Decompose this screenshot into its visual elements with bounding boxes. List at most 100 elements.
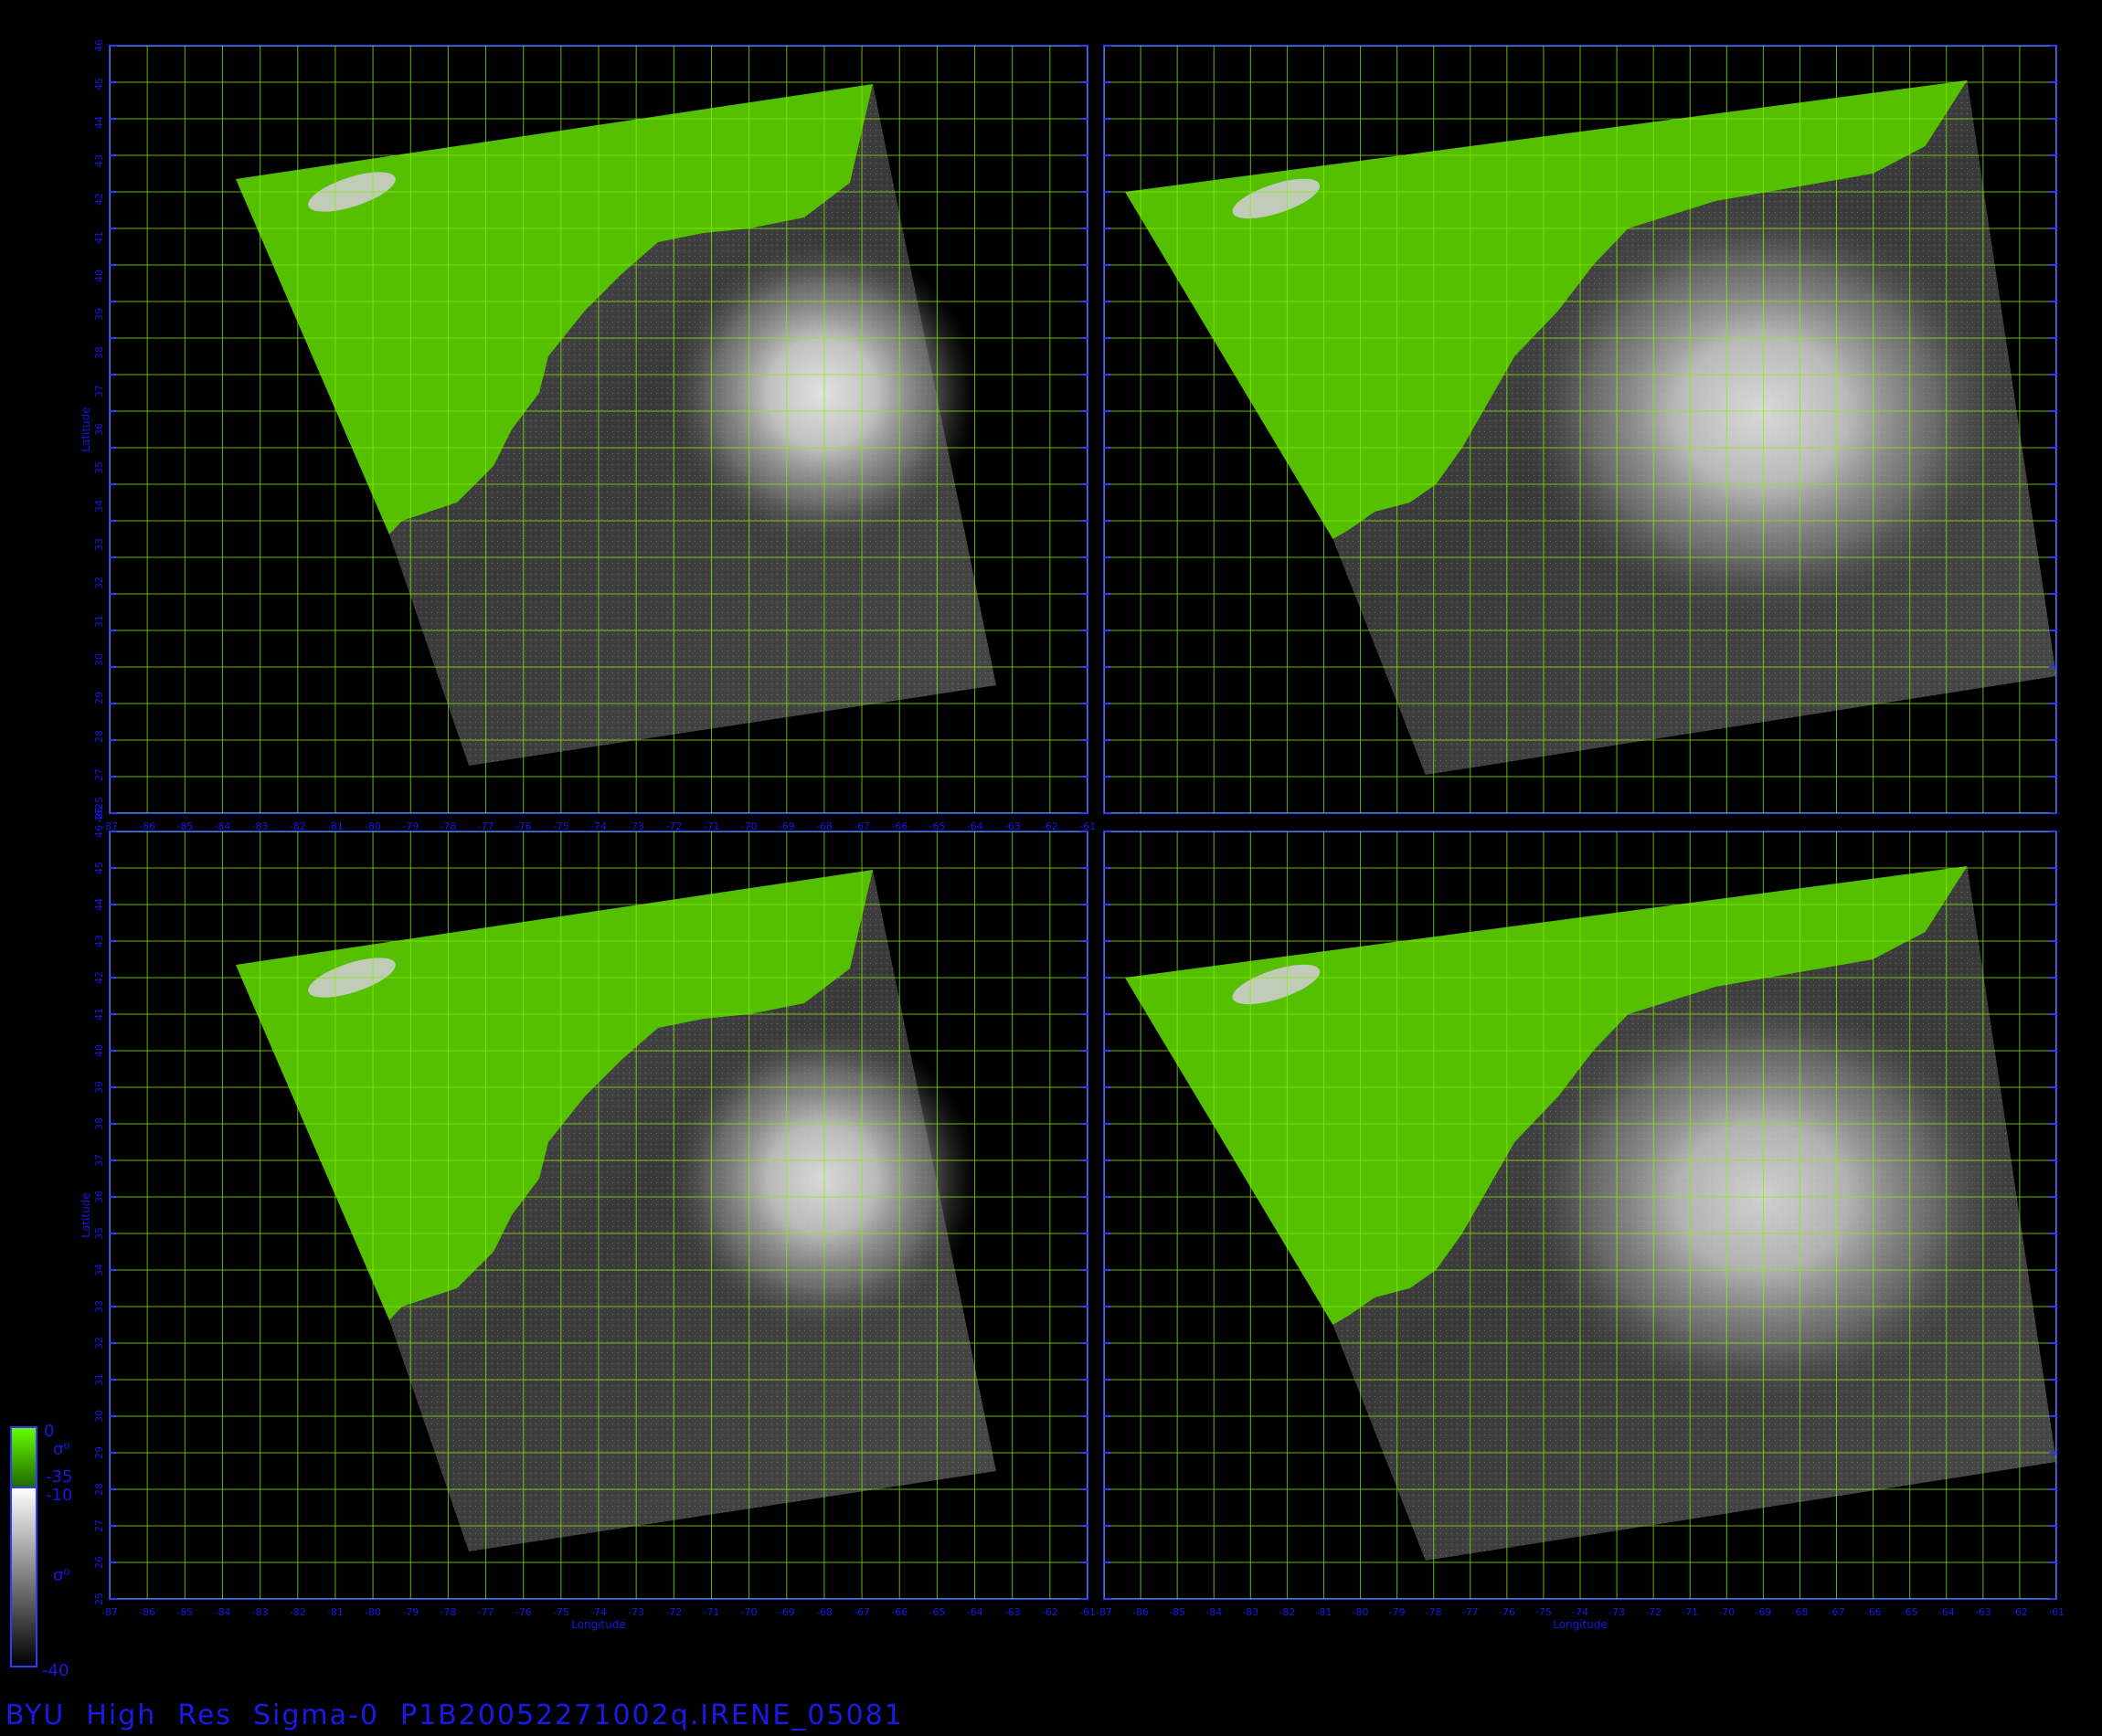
- lon-tick-label: -78: [440, 1606, 456, 1618]
- x-axis-label: Longitude: [1553, 1618, 1608, 1631]
- lon-tick-label: -80: [365, 1606, 381, 1618]
- map-panel-top-left: 2627282930313233343536373839404142434445…: [80, 39, 1096, 832]
- lon-tick-label: -73: [1608, 1606, 1625, 1618]
- lon-tick-label: -71: [1682, 1606, 1698, 1618]
- colorbar-land-max: 0: [44, 1422, 54, 1441]
- colorbar-land-min: -35: [46, 1467, 72, 1487]
- storm-feature: [667, 1023, 978, 1334]
- lat-tick-label: 36: [93, 423, 105, 436]
- colorbar-ocean-symbol: σ⁰: [53, 1566, 70, 1585]
- lon-tick-label: -69: [779, 1606, 795, 1618]
- lon-tick-label: -79: [1389, 1606, 1406, 1618]
- lon-tick-label: -82: [290, 1606, 306, 1618]
- lon-tick-label: -77: [478, 1606, 494, 1618]
- lon-tick-label: -77: [1462, 1606, 1479, 1618]
- lat-tick-label: 46: [93, 825, 105, 838]
- lon-tick-label: -76: [515, 1606, 532, 1618]
- lat-tick-label: 35: [93, 1227, 105, 1240]
- colorbar-ocean: [10, 1487, 37, 1667]
- lon-tick-label: -62: [2012, 1606, 2028, 1618]
- corner-label: 4625: [93, 797, 105, 822]
- lon-tick-label: -67: [1829, 1606, 1845, 1618]
- lat-tick-label: 28: [93, 730, 105, 743]
- lon-tick-label: -75: [1535, 1606, 1552, 1618]
- lon-tick-label: -86: [139, 1606, 155, 1618]
- lon-tick-label: -72: [665, 1606, 682, 1618]
- lon-tick-label: -65: [1902, 1606, 1918, 1618]
- storm-feature: [667, 238, 978, 548]
- lat-tick-label: 35: [93, 461, 105, 474]
- lon-tick-label: -82: [1279, 1606, 1295, 1618]
- lon-tick-label: -69: [1755, 1606, 1771, 1618]
- lon-tick-label: -79: [402, 1606, 419, 1618]
- lon-tick-label: -68: [816, 1606, 833, 1618]
- lon-tick-label: -83: [1242, 1606, 1258, 1618]
- lon-tick-label: -81: [1315, 1606, 1332, 1618]
- lon-tick-label: -67: [854, 1606, 870, 1618]
- lon-tick-label: -70: [1718, 1606, 1735, 1618]
- lon-tick-label: -81: [327, 1606, 344, 1618]
- lon-tick-label: -63: [1004, 1606, 1021, 1618]
- lat-tick-label: 42: [93, 971, 105, 984]
- lon-tick-label: -76: [1499, 1606, 1515, 1618]
- lat-tick-label: 41: [93, 1008, 105, 1021]
- lat-tick-label: 29: [93, 692, 105, 704]
- y-axis-label: Latitude: [80, 1192, 92, 1237]
- colorbar-land-symbol: σ⁰: [53, 1440, 70, 1459]
- lon-tick-label: -84: [1205, 1606, 1222, 1618]
- lon-tick-label: -75: [553, 1606, 569, 1618]
- lat-tick-label: 41: [93, 231, 105, 244]
- lat-tick-label: 30: [93, 653, 105, 666]
- lat-tick-label: 45: [93, 78, 105, 90]
- lat-tick-label: 37: [93, 385, 105, 397]
- lat-tick-label: 39: [93, 308, 105, 321]
- lat-tick-label: 40: [93, 270, 105, 282]
- lon-tick-label: -62: [1042, 1606, 1058, 1618]
- lon-tick-label: -61: [2048, 1606, 2065, 1618]
- lat-tick-label: 28: [93, 1483, 105, 1496]
- lat-tick-label: 29: [93, 1446, 105, 1459]
- lon-tick-label: -74: [590, 1606, 607, 1618]
- lat-tick-label: 34: [93, 1264, 105, 1276]
- lat-tick-label: 31: [93, 1373, 105, 1386]
- lon-tick-label: -64: [967, 1606, 983, 1618]
- lat-tick-label: 42: [93, 193, 105, 206]
- lon-tick-label: -85: [176, 1606, 193, 1618]
- lon-tick-label: -70: [741, 1606, 758, 1618]
- lat-tick-label: 37: [93, 1154, 105, 1167]
- lon-tick-label: -71: [703, 1606, 719, 1618]
- map-panel-bottom-left: 25 26 27 28 29 30 31 32 33 34 35 36 37 38 39 40 41 42 43 44…: [80, 825, 1096, 1631]
- lon-tick-label: -64: [1938, 1606, 1955, 1618]
- lat-tick-label: 40: [93, 1044, 105, 1057]
- lat-tick-label: 46: [93, 39, 105, 52]
- lat-tick-label: 27: [93, 1519, 105, 1532]
- map-panel-bottom-right: -87 -86 -85 -84 -83 -82 -81 -80 -79 -78 -77 -76 -75 -…: [1096, 831, 2065, 1631]
- colorbar-ocean-max: -10: [46, 1486, 72, 1505]
- lat-tick-label: 38: [93, 346, 105, 359]
- map-panel-top-right: [1103, 45, 2057, 814]
- lon-tick-label: -68: [1791, 1606, 1808, 1618]
- lat-tick-label: 32: [93, 1337, 105, 1350]
- lat-tick-label: 39: [93, 1081, 105, 1094]
- lon-tick-label: -74: [1572, 1606, 1588, 1618]
- lon-tick-label: -80: [1353, 1606, 1369, 1618]
- lat-tick-label: 25: [93, 1593, 105, 1605]
- lat-tick-label: 44: [93, 898, 105, 911]
- lon-tick-label: -63: [1975, 1606, 1991, 1618]
- footer-title: BYU High Res Sigma-0 P1B20052271002q.IRE…: [5, 1699, 904, 1731]
- lat-tick-label: 36: [93, 1191, 105, 1203]
- lat-tick-label: 33: [93, 1300, 105, 1313]
- x-axis-label: Longitude: [571, 1618, 626, 1631]
- lon-tick-label: -87: [1096, 1606, 1112, 1618]
- colorbar-land: [10, 1426, 37, 1494]
- sigma0-figure: 26 27 28 29 30 31 32 33 34 35 36 37 38 39 40 41 42 43 44 45…: [10, 39, 2065, 1680]
- lon-tick-label: -86: [1132, 1606, 1149, 1618]
- lon-tick-label: -66: [1865, 1606, 1882, 1618]
- lon-tick-label: -85: [1169, 1606, 1185, 1618]
- colorbar-ocean-min: -40: [42, 1661, 69, 1680]
- lat-tick-label: 43: [93, 935, 105, 947]
- lon-tick-label: -72: [1645, 1606, 1661, 1618]
- lon-tick-label: -83: [252, 1606, 269, 1618]
- lat-tick-label: 44: [93, 116, 105, 129]
- lat-tick-label: 33: [93, 538, 105, 551]
